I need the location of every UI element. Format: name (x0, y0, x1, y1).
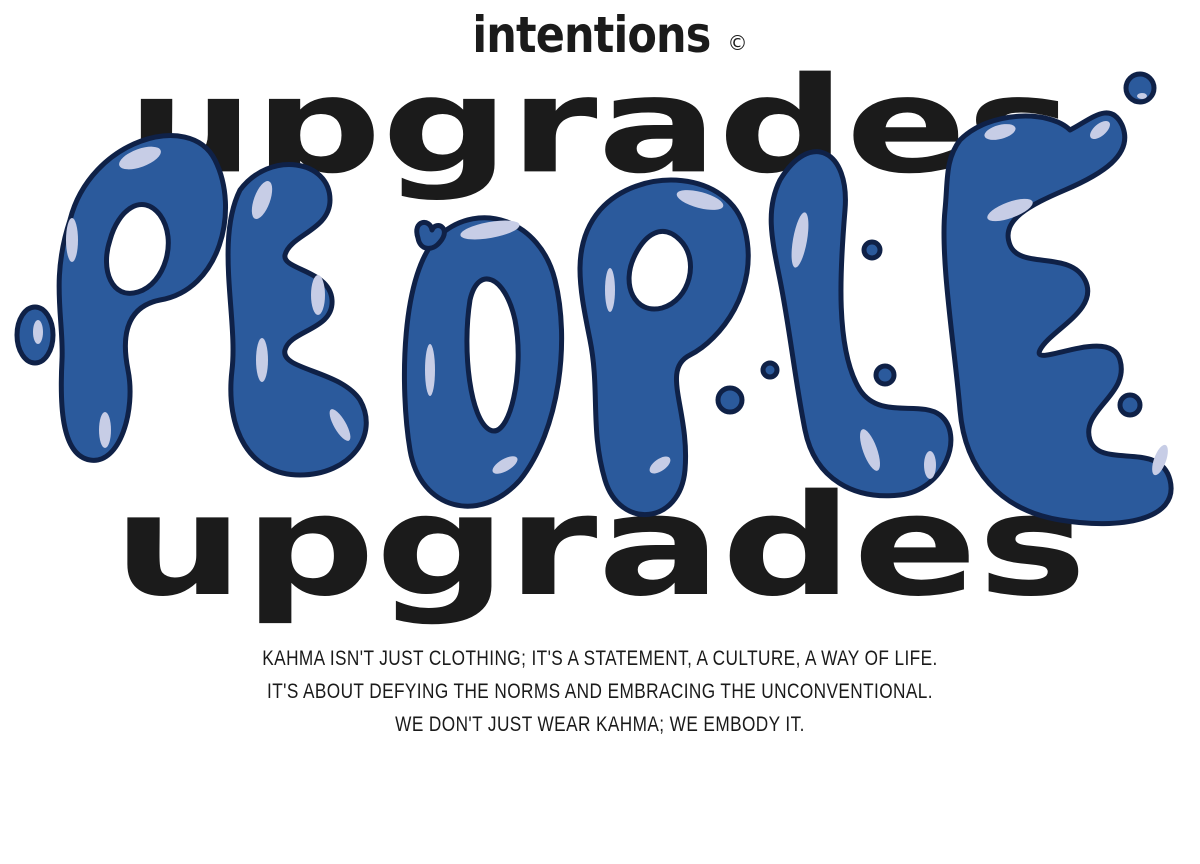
people-upgrades-artwork: .bt { font-family: "DejaVu Sans", sans-s… (14, 70, 1174, 628)
droplet (414, 220, 447, 251)
tagline: KAHMA ISN'T JUST CLOTHING; IT'S A STATEM… (0, 642, 1200, 741)
letter-p-1 (56, 133, 228, 463)
tagline-line-1: KAHMA ISN'T JUST CLOTHING; IT'S A STATEM… (262, 647, 938, 670)
back-word-bottom: upgrades (113, 464, 1087, 628)
droplet (873, 363, 897, 387)
tagline-line-2: IT'S ABOUT DEFYING THE NORMS AND EMBRACI… (267, 680, 933, 703)
brand-name: intentions (471, 6, 711, 64)
droplet (861, 239, 883, 261)
copyright-mark: © (727, 31, 748, 55)
droplet (1117, 392, 1143, 418)
tagline-line-3: WE DON'T JUST WEAR KAHMA; WE EMBODY IT. (395, 713, 805, 736)
droplet (715, 385, 745, 415)
droplet (760, 360, 780, 380)
brand-logo: intentions © (0, 6, 1200, 64)
letter-e-2 (941, 110, 1174, 527)
